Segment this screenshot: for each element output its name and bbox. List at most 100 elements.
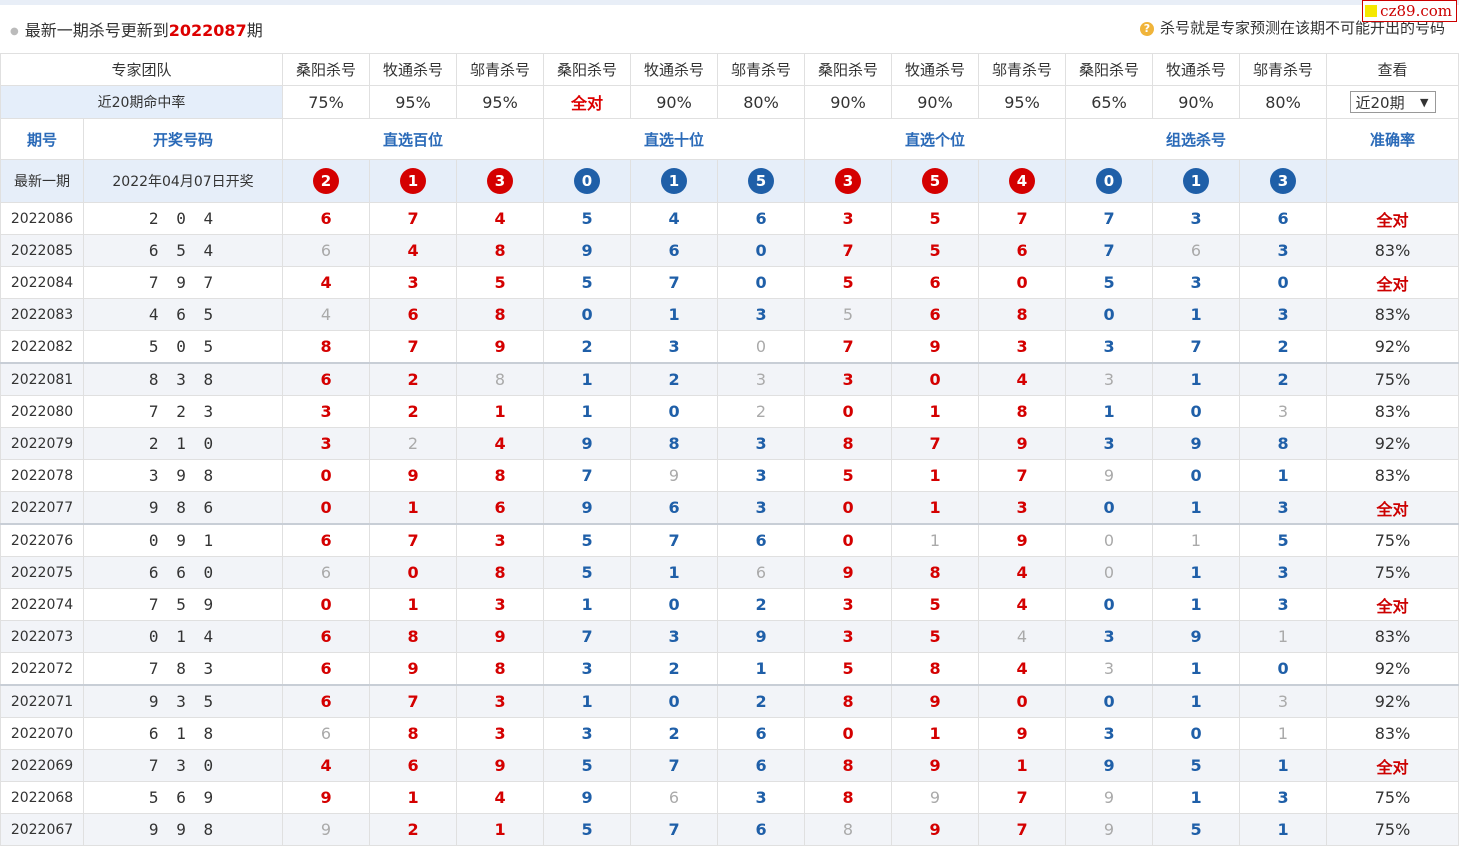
kill-number-cell: 7 xyxy=(978,202,1067,235)
kill-number-cell: 0 xyxy=(804,523,893,557)
kill-number-cell: 0 xyxy=(630,588,719,621)
kill-number: 3 xyxy=(1016,337,1028,356)
accuracy-value: 92% xyxy=(1374,337,1411,356)
kill-number: 3 xyxy=(668,337,680,356)
kill-number: 2 xyxy=(1277,370,1289,389)
kill-number: 6 xyxy=(755,209,767,228)
latest-ball-cell: 3 xyxy=(456,159,545,203)
kill-number: 4 xyxy=(320,305,332,324)
kill-number-cell: 1 xyxy=(891,459,980,492)
kill-number: 3 xyxy=(1277,692,1289,711)
kill-number-cell: 9 xyxy=(1065,781,1154,814)
issue-cell: 2022073 xyxy=(0,620,84,653)
kill-number: 1 xyxy=(929,498,941,517)
kill-number-cell: 1 xyxy=(1239,717,1328,750)
kill-number: 8 xyxy=(1016,402,1028,421)
kill-number: 3 xyxy=(755,788,767,807)
kill-number-cell: 9 xyxy=(891,749,980,782)
kill-number-cell: 3 xyxy=(1152,266,1241,299)
kill-number-cell: 5 xyxy=(804,266,893,299)
kill-number: 2 xyxy=(668,659,680,678)
kill-number-cell: 8 xyxy=(369,620,458,653)
kill-number: 3 xyxy=(1277,305,1289,324)
hit-rate: 65% xyxy=(1065,85,1154,119)
kill-number-cell: 4 xyxy=(456,781,545,814)
kill-number: 6 xyxy=(320,241,332,260)
kill-number: 3 xyxy=(494,724,506,743)
kill-number: 8 xyxy=(1016,305,1028,324)
kill-number: 1 xyxy=(1190,498,1202,517)
kill-number: 3 xyxy=(1277,595,1289,614)
kill-number: 5 xyxy=(581,209,593,228)
kill-number: 1 xyxy=(1190,305,1202,324)
kill-number: 3 xyxy=(581,659,593,678)
kill-number-cell: 9 xyxy=(543,781,632,814)
kill-number: 9 xyxy=(929,788,941,807)
kill-number: 9 xyxy=(929,756,941,775)
kill-number-cell: 1 xyxy=(1239,620,1328,653)
kill-number-cell: 7 xyxy=(369,202,458,235)
kill-number-cell: 0 xyxy=(1065,588,1154,621)
kill-number: 1 xyxy=(929,402,941,421)
kill-number-cell: 9 xyxy=(282,813,371,846)
kill-number-cell: 2 xyxy=(717,684,806,718)
hit-rate: 90% xyxy=(1152,85,1241,119)
kill-number-cell: 0 xyxy=(630,684,719,718)
kill-number: 3 xyxy=(1103,724,1115,743)
kill-number-cell: 5 xyxy=(891,588,980,621)
table-row: 2022085 6 5 4 6 4 8 9 6 0 7 5 6 7 6 3 83% xyxy=(0,234,1459,267)
kill-number-cell: 3 xyxy=(1065,330,1154,364)
kill-number: 0 xyxy=(1103,595,1115,614)
accuracy-value: 83% xyxy=(1374,466,1411,485)
kill-number: 3 xyxy=(1103,627,1115,646)
period-select[interactable]: 近20期 ▼ xyxy=(1349,91,1436,113)
accuracy-cell: 全对 xyxy=(1326,588,1459,621)
kill-number: 0 xyxy=(407,563,419,582)
accuracy-cell: 92% xyxy=(1326,652,1459,686)
issue-cell: 2022067 xyxy=(0,813,84,846)
kill-number: 3 xyxy=(755,370,767,389)
issue-cell: 2022068 xyxy=(0,781,84,814)
kill-number-cell: 0 xyxy=(1152,459,1241,492)
kill-number: 2 xyxy=(755,692,767,711)
kill-number-cell: 6 xyxy=(891,266,980,299)
kill-number-cell: 1 xyxy=(369,491,458,525)
kill-number-cell: 6 xyxy=(456,491,545,525)
kill-number-cell: 6 xyxy=(630,234,719,267)
team-name: 桑阳杀号 xyxy=(543,53,632,86)
kill-number-cell: 7 xyxy=(630,749,719,782)
kill-number-cell: 6 xyxy=(717,749,806,782)
kill-number: 1 xyxy=(668,563,680,582)
kill-number: 8 xyxy=(494,659,506,678)
kill-number-cell: 2 xyxy=(369,362,458,396)
kill-number: 1 xyxy=(1277,756,1289,775)
kill-number: 9 xyxy=(407,466,419,485)
issue-cell: 2022082 xyxy=(0,330,84,364)
kill-number: 6 xyxy=(320,627,332,646)
site-logo[interactable]: cz89.com xyxy=(1362,0,1457,22)
accuracy-cell: 83% xyxy=(1326,717,1459,750)
kill-number-cell: 9 xyxy=(1065,749,1154,782)
kill-number-cell: 1 xyxy=(1152,491,1241,525)
kill-number: 4 xyxy=(494,434,506,453)
kill-number-cell: 3 xyxy=(630,330,719,364)
draw-cell: 6 1 8 xyxy=(82,717,284,750)
kill-number: 5 xyxy=(929,595,941,614)
kill-number-cell: 2 xyxy=(630,717,719,750)
kill-number-cell: 2 xyxy=(717,395,806,428)
accuracy-cell: 83% xyxy=(1326,459,1459,492)
latest-date: 2022年04月07日开奖 xyxy=(82,159,284,203)
team-name: 邬青杀号 xyxy=(978,53,1067,86)
kill-number: 3 xyxy=(1277,788,1289,807)
hit-rate: 75% xyxy=(282,85,371,119)
kill-number: 0 xyxy=(1190,466,1202,485)
kill-number: 9 xyxy=(668,466,680,485)
kill-number-cell: 6 xyxy=(282,362,371,396)
accuracy-value: 92% xyxy=(1374,659,1411,678)
kill-number: 6 xyxy=(755,724,767,743)
kill-number-cell: 6 xyxy=(717,556,806,589)
table-row: 2022074 7 5 9 0 1 3 1 0 2 3 5 4 0 1 3 全对 xyxy=(0,588,1459,621)
latest-ball-cell: 1 xyxy=(630,159,719,203)
kill-number: 6 xyxy=(755,820,767,839)
kill-number-cell: 9 xyxy=(369,652,458,686)
